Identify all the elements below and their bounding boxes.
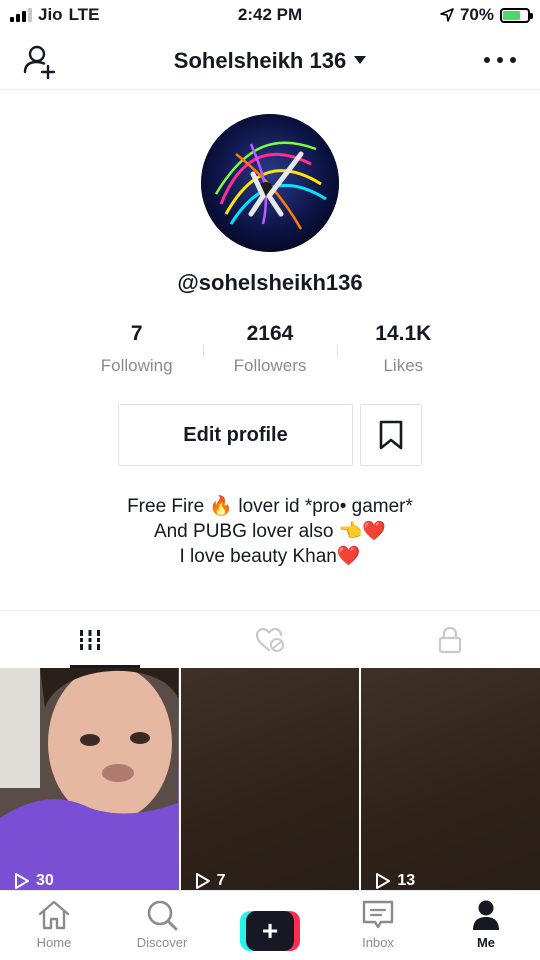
- bio-line: And PUBG lover also 👈❤️: [153, 521, 387, 542]
- video-thumbnail[interactable]: 13: [361, 668, 540, 890]
- home-icon: [38, 900, 70, 930]
- liked-hidden-icon: [255, 627, 284, 652]
- username: @sohelsheikh136: [177, 270, 363, 295]
- likes-label: Likes: [383, 356, 424, 375]
- nav-discover-label: Discover: [136, 935, 188, 950]
- more-button[interactable]: [484, 48, 516, 72]
- bookmark-icon: [379, 420, 403, 450]
- play-count-value: 30: [36, 872, 54, 889]
- avatar-image: [201, 114, 339, 252]
- followers-count: 2164: [246, 322, 294, 345]
- bottom-nav: Home Discover + Inbox Me: [0, 890, 540, 960]
- account-switcher[interactable]: Sohelsheikh 136: [0, 48, 540, 74]
- nav-inbox[interactable]: Inbox: [324, 891, 432, 960]
- create-button[interactable]: +: [240, 911, 300, 951]
- bio-line: I love beauty Khan❤️: [179, 546, 361, 567]
- page-title: Sohelsheikh 136: [173, 48, 347, 73]
- video-frame: [0, 668, 178, 890]
- status-bar: Jio LTE 2:42 PM 70%: [0, 0, 540, 30]
- tab-videos[interactable]: [0, 611, 180, 668]
- play-count: 7: [195, 872, 226, 890]
- followers-label: Followers: [233, 356, 307, 375]
- stat-followers[interactable]: 2164 Followers: [203, 322, 336, 382]
- profile-bio: Free Fire 🔥 lover id *pro• gamer* And PU…: [0, 494, 540, 569]
- play-icon: [15, 873, 29, 889]
- nav-me-label: Me: [476, 935, 496, 950]
- search-icon: [147, 900, 178, 931]
- following-count: 7: [130, 322, 143, 345]
- profile-tabs: [0, 610, 540, 668]
- tab-private[interactable]: [360, 611, 540, 668]
- video-thumbnail[interactable]: 30: [0, 668, 179, 890]
- likes-count: 14.1K: [375, 322, 432, 345]
- play-count: 30: [14, 872, 54, 890]
- nav-discover[interactable]: Discover: [108, 891, 216, 960]
- video-grid: 30 7 13: [0, 668, 540, 890]
- favorites-button[interactable]: [360, 404, 422, 466]
- person-icon: [473, 900, 499, 930]
- chevron-down-icon: [354, 56, 367, 65]
- profile-stats: 7 Following 2164 Followers 14.1K Likes: [70, 322, 470, 382]
- play-count: 13: [375, 872, 415, 890]
- play-count-value: 7: [216, 872, 226, 889]
- profile-header: Sohelsheikh 136: [0, 32, 540, 90]
- nav-inbox-label: Inbox: [362, 935, 394, 950]
- stat-likes[interactable]: 14.1K Likes: [336, 322, 470, 382]
- stat-following[interactable]: 7 Following: [70, 322, 203, 382]
- edit-profile-button[interactable]: Edit profile: [118, 404, 353, 466]
- play-count-value: 13: [397, 872, 416, 889]
- bio-line: Free Fire 🔥 lover id *pro• gamer*: [127, 496, 413, 517]
- nav-create[interactable]: +: [216, 891, 324, 960]
- video-thumbnail[interactable]: 7: [180, 668, 360, 890]
- inbox-icon: [362, 900, 394, 929]
- battery-icon: [500, 7, 533, 23]
- tab-liked[interactable]: [180, 611, 360, 668]
- play-icon: [195, 873, 210, 889]
- battery-percent: 70%: [459, 5, 494, 24]
- nav-home[interactable]: Home: [0, 891, 108, 960]
- plus-icon: +: [246, 911, 294, 951]
- avatar[interactable]: [201, 114, 339, 252]
- status-right: 70%: [440, 5, 533, 25]
- more-icon: [484, 57, 490, 63]
- location-arrow-icon: [440, 8, 454, 22]
- nav-me[interactable]: Me: [432, 891, 540, 960]
- nav-home-label: Home: [36, 935, 72, 950]
- play-icon: [376, 873, 391, 889]
- following-label: Following: [100, 356, 173, 375]
- lock-icon: [438, 626, 462, 653]
- grid-icon: [78, 629, 102, 650]
